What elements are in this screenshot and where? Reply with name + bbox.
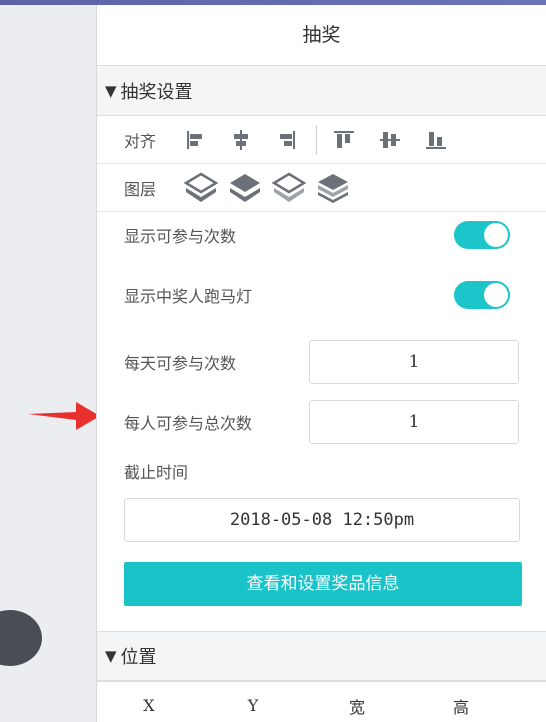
prize-settings-button[interactable]: 查看和设置奖品信息 — [124, 562, 522, 606]
layer-top-icon[interactable] — [183, 172, 219, 204]
align-center-h-icon[interactable] — [230, 129, 252, 151]
toggle-knob — [484, 223, 508, 247]
layer-label: 图层 — [124, 179, 157, 199]
layer-bottom-icon[interactable] — [316, 172, 350, 204]
canvas-area[interactable] — [0, 5, 96, 722]
position-section: ▼ 位置 X Y 宽 高 — [97, 631, 546, 722]
lottery-section-header[interactable]: ▼ 抽奖设置 — [97, 66, 546, 116]
position-col-x: X — [143, 696, 155, 715]
align-right-icon[interactable] — [276, 129, 298, 151]
show-winner-marquee-label: 显示中奖人跑马灯 — [124, 287, 253, 306]
align-label: 对齐 — [124, 131, 157, 151]
position-section-title: 位置 — [120, 647, 157, 668]
properties-panel: 抽奖 ▼ 抽奖设置 对齐 图层 显示可参与次数 显示中奖人跑马灯 每天可参与次数… — [96, 5, 546, 722]
lottery-section-title: 抽奖设置 — [120, 81, 193, 103]
total-limit-input[interactable]: 1 — [309, 400, 519, 444]
position-columns: X Y 宽 高 — [97, 681, 546, 722]
layer-up-icon[interactable] — [228, 172, 262, 204]
show-winner-marquee-row: 显示中奖人跑马灯 — [97, 258, 546, 332]
caret-down-icon: ▼ — [105, 81, 117, 100]
annotation-arrow — [28, 402, 100, 430]
layer-toolbar: 图层 — [97, 164, 546, 212]
deadline-label: 截止时间 — [124, 463, 189, 482]
show-participation-count-row: 显示可参与次数 — [97, 212, 546, 258]
align-middle-v-icon[interactable] — [379, 129, 401, 151]
position-col-width: 宽 — [348, 697, 365, 717]
daily-limit-label: 每天可参与次数 — [124, 354, 237, 373]
deadline-input[interactable]: 2018-05-08 12:50pm — [124, 498, 520, 542]
align-bottom-icon[interactable] — [425, 129, 447, 151]
align-left-icon[interactable] — [184, 129, 206, 151]
daily-limit-input[interactable]: 1 — [309, 340, 519, 384]
daily-limit-row: 每天可参与次数 1 — [97, 332, 546, 392]
panel-title: 抽奖 — [97, 5, 546, 66]
floating-action-button[interactable] — [0, 610, 42, 666]
align-top-icon[interactable] — [333, 129, 355, 151]
position-col-y: Y — [247, 696, 259, 715]
layer-down-icon[interactable] — [271, 172, 307, 204]
align-toolbar: 对齐 — [97, 116, 546, 164]
show-participation-count-label: 显示可参与次数 — [124, 227, 237, 246]
position-col-height: 高 — [452, 697, 469, 717]
position-section-header[interactable]: ▼ 位置 — [97, 631, 546, 681]
caret-down-icon: ▼ — [105, 647, 117, 665]
toolbar-separator — [316, 124, 317, 155]
total-limit-row: 每人可参与总次数 1 — [97, 392, 546, 452]
show-winner-marquee-toggle[interactable] — [454, 281, 510, 309]
toggle-knob — [484, 283, 508, 307]
total-limit-label: 每人可参与总次数 — [124, 414, 253, 433]
show-participation-count-toggle[interactable] — [454, 221, 510, 249]
